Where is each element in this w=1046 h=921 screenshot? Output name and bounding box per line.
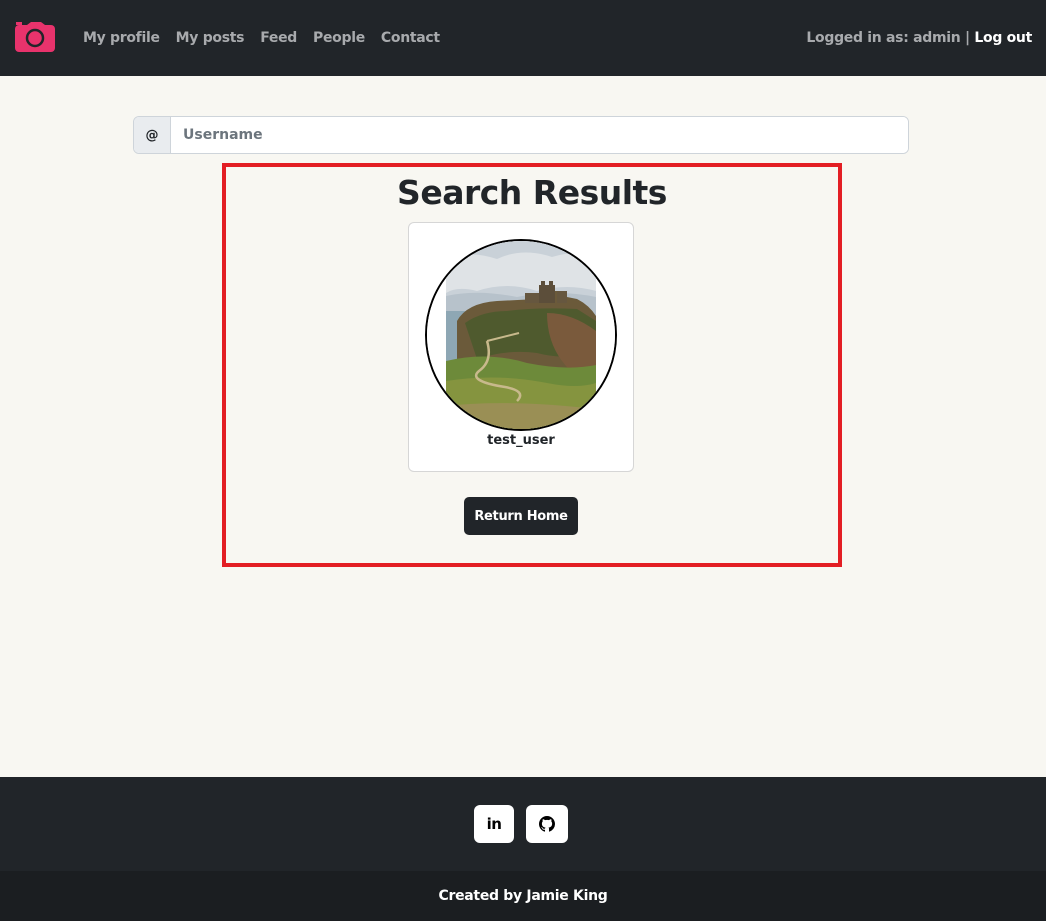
return-home-button[interactable]: Return Home [464,497,578,535]
linkedin-icon: in [486,815,502,833]
navbar: My profile My posts Feed People Contact … [0,0,1046,76]
linkedin-button[interactable]: in [474,805,514,843]
nav-link-my-posts[interactable]: My posts [176,30,245,46]
username-search-input[interactable] [171,117,908,153]
nav-link-my-profile[interactable]: My profile [83,30,160,46]
at-prefix: @ [134,117,171,153]
nav-links: My profile My posts Feed People Contact [83,0,440,76]
avatar[interactable] [425,239,617,431]
credit-text: Created by Jamie King [438,888,608,904]
castle-photo [427,241,615,429]
username-search: @ [133,116,909,154]
nav-link-people[interactable]: People [313,30,365,46]
logged-in-text: Logged in as: admin | [806,30,970,46]
camera-icon[interactable] [15,22,55,52]
footer-credit-bar: Created by Jamie King [0,871,1046,921]
search-results-title: Search Results [397,173,667,212]
nav-link-feed[interactable]: Feed [260,30,297,46]
username-label[interactable]: test_user [409,433,633,448]
github-button[interactable] [526,805,568,843]
footer-social: in [0,777,1046,871]
user-card[interactable]: test_user [408,222,634,472]
logout-link[interactable]: Log out [974,30,1032,46]
user-status: Logged in as: admin | Log out [806,0,1032,76]
github-icon [539,816,555,832]
search-results-section: Search Results test_user Return Home [222,163,842,567]
nav-link-contact[interactable]: Contact [381,30,440,46]
